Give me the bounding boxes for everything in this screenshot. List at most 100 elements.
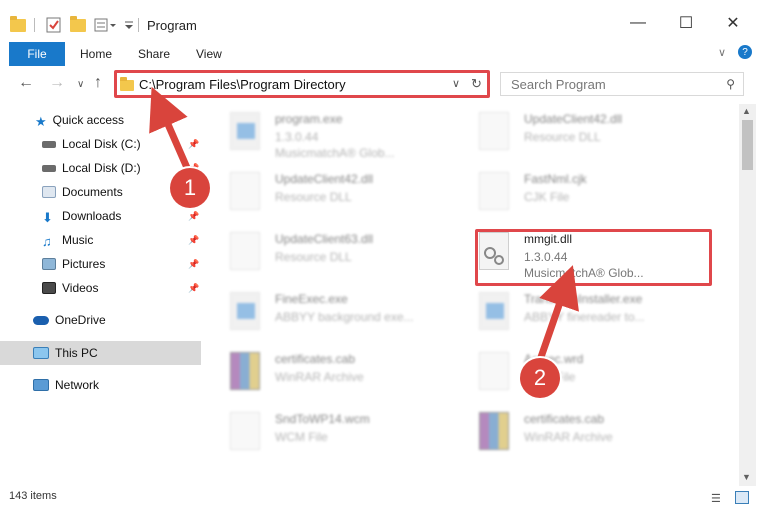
- details-view-icon[interactable]: ☰: [711, 492, 721, 505]
- nav-item-label: Downloads: [62, 209, 122, 223]
- file-name: FastNml.cjk: [524, 172, 587, 186]
- file-icon: [230, 412, 260, 450]
- nav-item-label: This PC: [55, 346, 98, 360]
- file-type: WCM File: [275, 430, 328, 444]
- nav-item-pictures[interactable]: Pictures 📌: [0, 252, 205, 276]
- nav-item-quick-access[interactable]: ★ Quick access: [0, 108, 205, 132]
- nav-item-this-pc[interactable]: This PC: [0, 341, 201, 365]
- search-icon: ⚲: [726, 77, 735, 91]
- nav-item-label: Local Disk (C:): [62, 137, 141, 151]
- list-item[interactable]: FastNml.cjk CJK File: [454, 164, 694, 224]
- list-item[interactable]: TransformInstaller.exe ABBYY finereader …: [454, 284, 694, 344]
- network-icon: [33, 379, 49, 391]
- nav-item-label: Pictures: [62, 257, 106, 271]
- address-row: ← → ∨ ↑ C:\Program Files\Program Directo…: [0, 66, 769, 104]
- music-note-icon: ♫: [42, 234, 52, 249]
- nav-item-label: Quick access: [52, 113, 125, 127]
- file-list: program.exe 1.3.0.44 MusicmatchA® Glob..…: [205, 104, 739, 486]
- large-icons-view-icon[interactable]: [735, 491, 749, 504]
- up-arrow-icon[interactable]: ↑: [94, 74, 102, 92]
- pin-icon: 📌: [188, 282, 200, 293]
- videos-icon: [42, 282, 56, 294]
- computer-icon: [33, 347, 49, 359]
- list-item[interactable]: UpdateClient63.dll Resource DLL: [205, 224, 445, 284]
- file-name: FineExec.exe: [275, 292, 348, 306]
- scroll-down-icon[interactable]: ▼: [742, 472, 751, 482]
- status-bar: 143 items ☰: [0, 486, 769, 520]
- list-item[interactable]: certificates.cab WinRAR Archive: [205, 344, 445, 404]
- nav-item-videos[interactable]: Videos 📌: [0, 276, 205, 300]
- annotation-badge-1: 1: [170, 168, 210, 208]
- nav-item-onedrive[interactable]: OneDrive: [0, 308, 205, 332]
- forward-arrow-icon[interactable]: →: [49, 74, 65, 92]
- nav-item-label: Documents: [62, 185, 123, 199]
- nav-item-downloads[interactable]: ⬇ Downloads 📌: [0, 204, 205, 228]
- archive-icon: [479, 412, 509, 450]
- address-highlight: [114, 70, 490, 98]
- list-item[interactable]: FineExec.exe ABBYY background exe...: [205, 284, 445, 344]
- tab-file[interactable]: File: [9, 42, 65, 66]
- nav-item-label: OneDrive: [55, 313, 106, 327]
- file-icon: [479, 172, 509, 210]
- pin-icon: 📌: [188, 258, 200, 269]
- exe-file-icon: [479, 292, 509, 330]
- star-icon: ★: [35, 114, 47, 129]
- nav-item-label: Local Disk (D:): [62, 161, 141, 175]
- file-type: Resource DLL: [275, 250, 352, 264]
- file-name: UpdateClient63.dll: [275, 232, 374, 246]
- help-icon[interactable]: ?: [738, 45, 752, 59]
- pin-icon: 📌: [188, 138, 200, 149]
- file-icon: [479, 352, 509, 390]
- file-name: certificates.cab: [275, 352, 356, 366]
- maximize-button[interactable]: ☐: [671, 10, 701, 36]
- annotation-badge-2: 2: [520, 358, 560, 398]
- file-type: CJK File: [524, 190, 570, 204]
- pin-icon: 📌: [188, 234, 200, 245]
- nav-item-label: Network: [55, 378, 100, 392]
- file-company: MusicmatchA® Glob...: [275, 146, 395, 160]
- search-input[interactable]: Search Program ⚲: [500, 72, 744, 96]
- title-bar: Program — ☐ ✕: [0, 0, 769, 40]
- nav-item-label: Videos: [62, 281, 99, 295]
- minimize-button[interactable]: —: [623, 10, 653, 36]
- list-item[interactable]: UpdateClient42.dll Resource DLL: [454, 104, 694, 164]
- new-folder-icon[interactable]: [70, 15, 86, 35]
- list-item[interactable]: Acrsec.wrd WRD File: [454, 344, 694, 404]
- file-type: Resource DLL: [524, 130, 601, 144]
- nav-item-label: Music: [62, 233, 94, 247]
- file-type: Resource DLL: [275, 190, 352, 204]
- archive-icon: [230, 352, 260, 390]
- file-type: ABBYY background exe...: [275, 310, 414, 324]
- close-button[interactable]: ✕: [718, 10, 748, 36]
- expand-ribbon-icon[interactable]: ∨: [718, 46, 726, 59]
- file-type: ABBYY finereader to...: [524, 310, 645, 324]
- scroll-thumb[interactable]: [742, 120, 753, 170]
- folder-icon: [10, 15, 26, 35]
- scroll-up-icon[interactable]: ▲: [742, 106, 751, 116]
- file-name: UpdateClient42.dll: [275, 172, 374, 186]
- list-item[interactable]: SndToWP14.wcm WCM File: [205, 404, 445, 464]
- back-arrow-icon[interactable]: ←: [18, 74, 34, 92]
- divider: [34, 18, 35, 32]
- vertical-scrollbar[interactable]: ▲ ▼: [739, 104, 756, 486]
- mmgit-highlight: [475, 229, 712, 286]
- pin-icon: 📌: [188, 210, 200, 221]
- dll-file-icon: [230, 232, 260, 270]
- item-count: 143 items: [9, 490, 57, 502]
- customize-quick-access-icon[interactable]: [94, 15, 122, 35]
- nav-item-local-disk-c[interactable]: Local Disk (C:) 📌: [0, 132, 205, 156]
- file-name: UpdateClient42.dll: [524, 112, 623, 126]
- qa-dropdown-icon[interactable]: [124, 15, 134, 35]
- nav-item-music[interactable]: ♫ Music 📌: [0, 228, 205, 252]
- list-item[interactable]: UpdateClient42.dll Resource DLL: [205, 164, 445, 224]
- navigation-pane: ★ Quick access Local Disk (C:) 📌 Local D…: [0, 104, 205, 486]
- nav-item-network[interactable]: Network: [0, 373, 205, 397]
- tab-share[interactable]: Share: [138, 47, 170, 61]
- window-title: Program: [147, 18, 197, 33]
- recent-locations-icon[interactable]: ∨: [77, 79, 84, 90]
- tab-home[interactable]: Home: [80, 47, 112, 61]
- properties-icon[interactable]: [46, 15, 62, 35]
- list-item[interactable]: certificates.cab WinRAR Archive: [454, 404, 694, 464]
- list-item[interactable]: program.exe 1.3.0.44 MusicmatchA® Glob..…: [205, 104, 445, 164]
- tab-view[interactable]: View: [196, 47, 222, 61]
